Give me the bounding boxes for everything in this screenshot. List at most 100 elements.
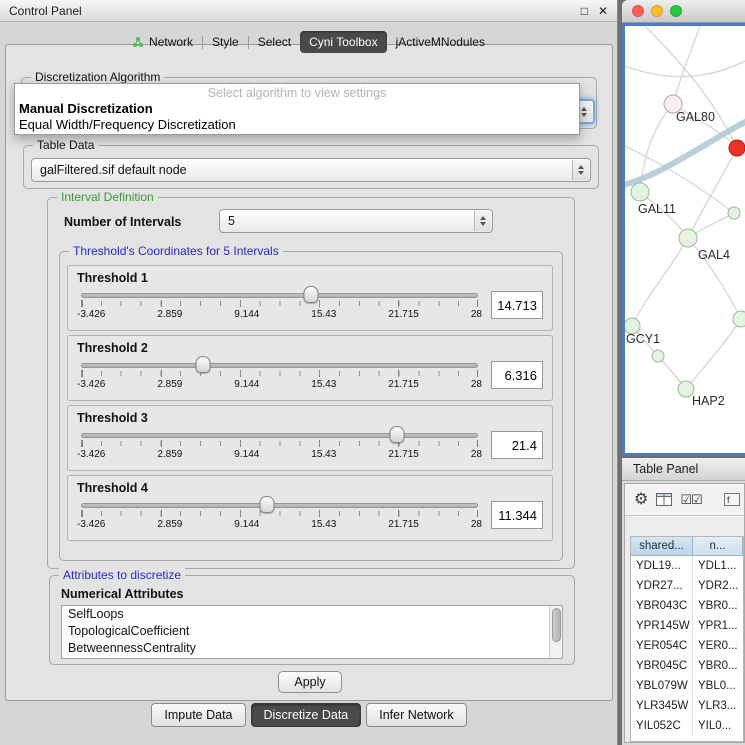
cell-name[interactable]: YPR1... xyxy=(693,616,743,636)
table-data-select[interactable]: galFiltered.sif default node xyxy=(31,158,591,182)
node-selected-red[interactable] xyxy=(729,140,745,156)
minimize-traffic-light-icon[interactable] xyxy=(651,5,663,17)
float-window-icon[interactable]: □ xyxy=(581,4,588,18)
tab-network[interactable]: Network xyxy=(123,31,202,53)
cell-shared-name[interactable]: YDL19... xyxy=(631,556,693,576)
cell-shared-name[interactable]: YBL079W xyxy=(631,676,693,696)
tab-cyni-toolbox[interactable]: Cyni Toolbox xyxy=(300,31,386,53)
table-row[interactable]: YBR043CYBR0... xyxy=(631,596,743,616)
zoom-traffic-light-icon[interactable] xyxy=(670,5,682,17)
node-gal11[interactable] xyxy=(631,183,649,201)
table-row[interactable]: YPR145WYPR1... xyxy=(631,616,743,636)
numerical-attributes-list[interactable]: SelfLoops TopologicalCoefficient Between… xyxy=(61,605,563,659)
node-unlabeled[interactable] xyxy=(728,207,740,219)
threshold-2-slider[interactable]: -3.426 2.859 9.144 15.43 21.715 28 xyxy=(77,356,482,394)
close-traffic-light-icon[interactable] xyxy=(632,5,644,17)
number-of-intervals-label: Number of Intervals xyxy=(64,215,181,229)
slider-thumb[interactable] xyxy=(195,356,210,373)
apply-button[interactable]: Apply xyxy=(278,671,342,693)
tab-cyni-toolbox-label: Cyni Toolbox xyxy=(309,35,377,49)
slider-track[interactable] xyxy=(81,293,478,298)
cell-shared-name[interactable]: YPR145W xyxy=(631,616,693,636)
table-toolbar: ⚙ ☑☑ f xyxy=(625,484,744,516)
list-scrollbar-thumb[interactable] xyxy=(552,608,561,642)
close-icon[interactable]: ✕ xyxy=(598,4,608,18)
table-row[interactable]: YIL052CYIL0... xyxy=(631,716,743,736)
column-header-shared-name[interactable]: shared... xyxy=(631,537,693,556)
scale-tick-label: 21.715 xyxy=(388,379,419,390)
threshold-2-value-field[interactable]: 6.316 xyxy=(491,361,543,389)
thresholds-stack: Threshold 1 -3.426 2.859 9.144 15.43 xyxy=(67,265,553,541)
cell-shared-name[interactable]: YLR345W xyxy=(631,696,693,716)
gear-icon[interactable]: ⚙ xyxy=(634,492,648,508)
table-row[interactable]: YDL19...YDL1... xyxy=(631,556,743,576)
scale-tick-label: 9.144 xyxy=(234,379,259,390)
cell-name[interactable]: YBL0... xyxy=(693,676,743,696)
select-all-checkbox-icon[interactable]: ☑☑ xyxy=(680,493,701,506)
cell-shared-name[interactable]: YBR045C xyxy=(631,656,693,676)
node-label-gcy1: GCY1 xyxy=(626,332,660,346)
scale-tick-label: 28 xyxy=(471,519,482,530)
cell-shared-name[interactable]: YER054C xyxy=(631,636,693,656)
tab-jactivemnodules[interactable]: jActiveMNodules xyxy=(387,31,494,53)
list-item[interactable]: TopologicalCoefficient xyxy=(62,623,562,640)
list-item[interactable]: SelfLoops xyxy=(62,606,562,623)
node-unlabeled[interactable] xyxy=(733,311,745,327)
cell-name[interactable]: YIL0... xyxy=(693,716,743,736)
tab-network-label: Network xyxy=(149,35,193,49)
slider-thumb[interactable] xyxy=(389,426,404,443)
slider-scale-labels: -3.426 2.859 9.144 15.43 21.715 28 xyxy=(77,309,482,320)
table-row[interactable]: YBR045CYBR0... xyxy=(631,656,743,676)
list-scrollbar[interactable] xyxy=(549,606,562,658)
cell-name[interactable]: YLR3... xyxy=(693,696,743,716)
node-table[interactable]: shared... n... YDL19...YDL1... YDR27...Y… xyxy=(630,536,744,742)
threshold-4-value-field[interactable]: 11.344 xyxy=(491,501,543,529)
slider-thumb[interactable] xyxy=(303,286,318,303)
slider-track[interactable] xyxy=(81,433,478,438)
cell-name[interactable]: YDR2... xyxy=(693,576,743,596)
slider-thumb[interactable] xyxy=(260,496,275,513)
cell-name[interactable]: YBR0... xyxy=(693,596,743,616)
network-window-titlebar[interactable] xyxy=(622,0,745,23)
table-panel-body: ⚙ ☑☑ f shared... n... YDL19...YDL1... xyxy=(624,483,745,743)
threshold-1-value-field[interactable]: 14.713 xyxy=(491,291,543,319)
scale-tick-label: 2.859 xyxy=(157,379,182,390)
numerical-attributes-label: Numerical Attributes xyxy=(61,587,183,601)
tab-impute-data[interactable]: Impute Data xyxy=(151,703,245,727)
cell-shared-name[interactable]: YIL052C xyxy=(631,716,693,736)
cell-name[interactable]: YER0... xyxy=(693,636,743,656)
tab-infer-network[interactable]: Infer Network xyxy=(366,703,466,727)
table-row[interactable]: YDR27...YDR2... xyxy=(631,576,743,596)
columns-icon[interactable] xyxy=(656,493,672,506)
scale-tick-label: -3.426 xyxy=(77,519,105,530)
column-header-name[interactable]: n... xyxy=(693,537,743,556)
cell-shared-name[interactable]: YBR043C xyxy=(631,596,693,616)
tab-select[interactable]: Select xyxy=(249,31,300,53)
cell-shared-name[interactable]: YDR27... xyxy=(631,576,693,596)
tab-discretize-data[interactable]: Discretize Data xyxy=(251,703,362,727)
list-item[interactable]: BetweennessCentrality xyxy=(62,640,562,657)
algorithm-option-equal-width[interactable]: Equal Width/Frequency Discretization xyxy=(18,117,576,133)
threshold-1-slider[interactable]: -3.426 2.859 9.144 15.43 21.715 28 xyxy=(77,286,482,324)
threshold-4-slider[interactable]: -3.426 2.859 9.144 15.43 21.715 28 xyxy=(77,496,482,534)
table-row[interactable]: YBL079WYBL0... xyxy=(631,676,743,696)
slider-track[interactable] xyxy=(81,363,478,368)
node-gal4[interactable] xyxy=(679,229,697,247)
table-row[interactable]: YLR345WYLR3... xyxy=(631,696,743,716)
slider-track[interactable] xyxy=(81,503,478,508)
tab-style[interactable]: Style xyxy=(203,31,248,53)
node-unlabeled[interactable] xyxy=(652,350,664,362)
discretization-algorithm-group-title: Discretization Algorithm xyxy=(31,70,164,84)
cell-name[interactable]: YDL1... xyxy=(693,556,743,576)
table-row[interactable]: YER054CYER0... xyxy=(631,636,743,656)
algorithm-option-manual[interactable]: Manual Discretization xyxy=(18,101,576,117)
threshold-3-slider[interactable]: -3.426 2.859 9.144 15.43 21.715 28 xyxy=(77,426,482,464)
number-of-intervals-select[interactable]: 5 xyxy=(219,209,493,233)
function-icon[interactable]: f xyxy=(724,493,740,506)
threshold-3-value-field[interactable]: 21.4 xyxy=(491,431,543,459)
cell-name[interactable]: YBR0... xyxy=(693,656,743,676)
table-data-group-title: Table Data xyxy=(33,138,98,152)
network-canvas[interactable]: GAL80 GAL11 GAL4 GCY1 HAP2 xyxy=(625,26,745,453)
threshold-4-label: Threshold 4 xyxy=(77,481,543,495)
threshold-1-panel: Threshold 1 -3.426 2.859 9.144 15.43 xyxy=(67,265,553,331)
